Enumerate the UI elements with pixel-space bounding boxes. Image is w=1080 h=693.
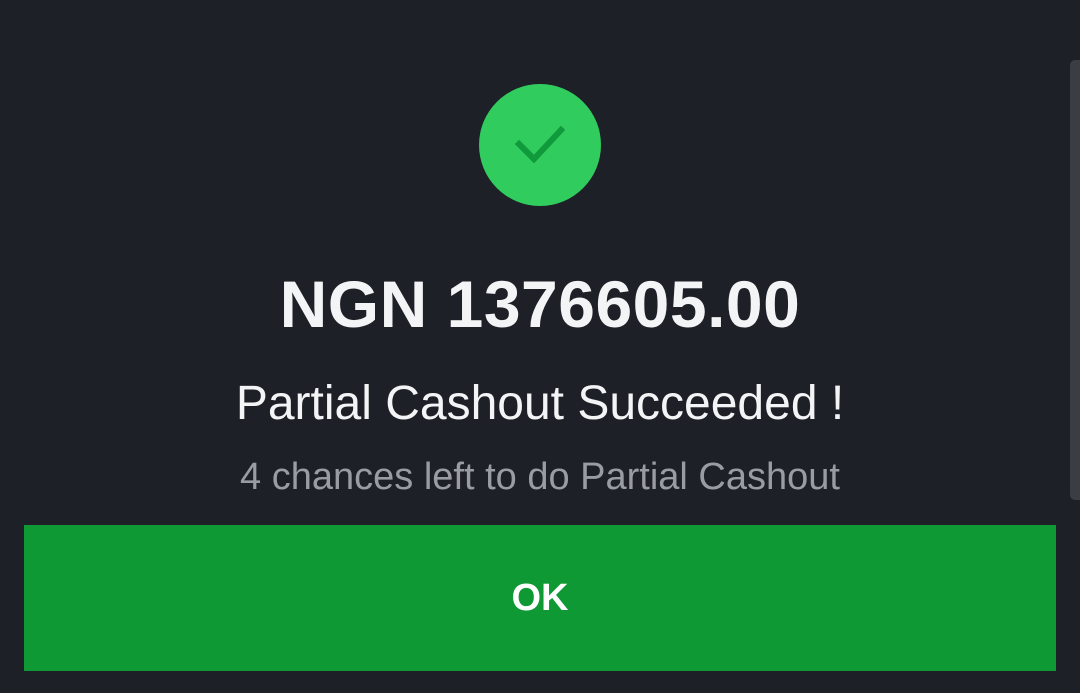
ok-button-label: OK: [511, 576, 569, 619]
checkmark-icon: [515, 125, 565, 164]
remaining-chances-text: 4 chances left to do Partial Cashout: [240, 456, 840, 498]
success-badge: [479, 84, 601, 206]
ok-button[interactable]: OK: [24, 525, 1056, 671]
status-message: Partial Cashout Succeeded !: [235, 377, 845, 430]
cashout-amount: NGN 1376605.00: [279, 267, 801, 341]
cashout-success-dialog: NGN 1376605.00 Partial Cashout Succeeded…: [0, 0, 1080, 693]
